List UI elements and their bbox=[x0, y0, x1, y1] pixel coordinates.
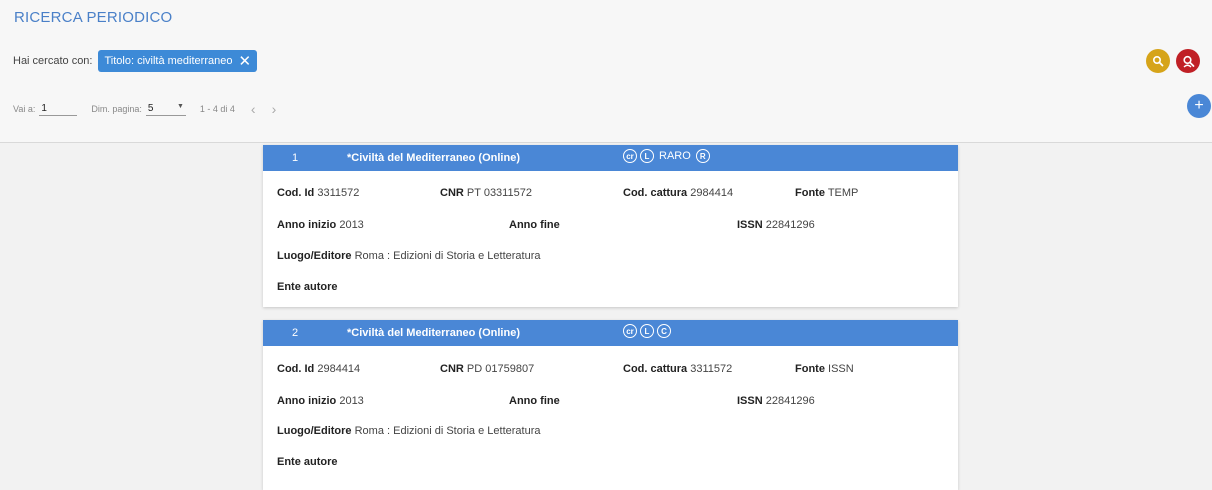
field-issn: ISSN 22841296 bbox=[737, 219, 815, 231]
header-divider bbox=[0, 142, 1212, 143]
result-card-header[interactable]: 1 *Civiltà del Mediterraneo (Online) cr … bbox=[263, 145, 958, 171]
cr-badge-icon: cr bbox=[623, 324, 637, 338]
r-badge-icon: R bbox=[695, 149, 710, 163]
field-issn: ISSN 22841296 bbox=[737, 395, 815, 407]
field-cod-cattura: Cod. cattura 3311572 bbox=[623, 363, 733, 375]
result-badges: cr L RARO R bbox=[623, 149, 710, 163]
field-luogo-editore: Luogo/Editore Roma : Edizioni di Storia … bbox=[277, 250, 541, 262]
search-filter-chip-label: Titolo: civiltà mediterraneo bbox=[104, 55, 233, 67]
goto-page-input[interactable]: 1 bbox=[39, 103, 78, 116]
page-title: RICERCA PERIODICO bbox=[14, 9, 173, 26]
l-badge-icon: L bbox=[640, 149, 654, 163]
result-title[interactable]: *Civiltà del Mediterraneo (Online) bbox=[347, 152, 520, 164]
field-luogo-editore: Luogo/Editore Roma : Edizioni di Storia … bbox=[277, 425, 541, 437]
search-button[interactable] bbox=[1146, 49, 1170, 73]
advanced-search-button[interactable] bbox=[1176, 49, 1200, 73]
field-ente-autore: Ente autore bbox=[277, 281, 338, 293]
next-page-button[interactable]: › bbox=[272, 101, 277, 117]
search-icon bbox=[1152, 55, 1164, 67]
person-search-icon bbox=[1182, 55, 1194, 68]
result-card: 1 *Civiltà del Mediterraneo (Online) cr … bbox=[263, 145, 958, 307]
pager: Vai a: 1 Dim. pagina: 5 ▼ 1 - 4 di 4 ‹ › bbox=[13, 100, 276, 118]
search-filter-chip[interactable]: Titolo: civiltà mediterraneo ✕ bbox=[98, 50, 258, 72]
goto-page-label: Vai a: bbox=[13, 104, 36, 114]
result-index: 1 bbox=[292, 152, 299, 164]
c-badge-icon: C bbox=[657, 324, 671, 338]
field-cnr: CNR PD 01759807 bbox=[440, 363, 535, 375]
field-ente-autore: Ente autore bbox=[277, 456, 338, 468]
result-card-header[interactable]: 2 *Civiltà del Mediterraneo (Online) cr … bbox=[263, 320, 958, 346]
field-cod-id: Cod. Id 2984414 bbox=[277, 363, 361, 375]
search-summary: Hai cercato con: Titolo: civiltà mediter… bbox=[13, 50, 258, 72]
field-anno-fine: Anno fine bbox=[509, 395, 560, 407]
result-card: 2 *Civiltà del Mediterraneo (Online) cr … bbox=[263, 320, 958, 490]
search-summary-label: Hai cercato con: bbox=[13, 55, 93, 67]
page-size-value: 5 bbox=[147, 102, 154, 114]
field-anno-fine: Anno fine bbox=[509, 219, 560, 231]
prev-page-button[interactable]: ‹ bbox=[251, 101, 256, 117]
caret-down-icon: ▼ bbox=[176, 102, 184, 110]
field-anno-inizio: Anno inizio 2013 bbox=[277, 219, 364, 231]
result-index: 2 bbox=[292, 327, 299, 339]
field-fonte: Fonte TEMP bbox=[795, 187, 859, 199]
result-count: 1 - 4 di 4 bbox=[199, 104, 235, 114]
field-cnr: CNR PT 03311572 bbox=[440, 187, 532, 199]
add-button[interactable]: + bbox=[1187, 94, 1211, 118]
plus-icon: + bbox=[1194, 97, 1204, 114]
field-fonte: Fonte ISSN bbox=[795, 363, 854, 375]
field-cod-id: Cod. Id 3311572 bbox=[277, 187, 360, 199]
l-badge-icon: L bbox=[640, 324, 654, 338]
page-size-label: Dim. pagina: bbox=[91, 104, 142, 114]
close-icon[interactable]: ✕ bbox=[238, 54, 251, 69]
field-cod-cattura: Cod. cattura 2984414 bbox=[623, 187, 734, 199]
result-badges: cr L C bbox=[623, 324, 671, 338]
page-size-select[interactable]: 5 ▼ bbox=[145, 102, 186, 116]
field-anno-inizio: Anno inizio 2013 bbox=[277, 395, 364, 407]
cr-badge-icon: cr bbox=[623, 149, 637, 163]
raro-badge: RARO bbox=[659, 150, 691, 162]
result-title[interactable]: *Civiltà del Mediterraneo (Online) bbox=[347, 327, 520, 339]
